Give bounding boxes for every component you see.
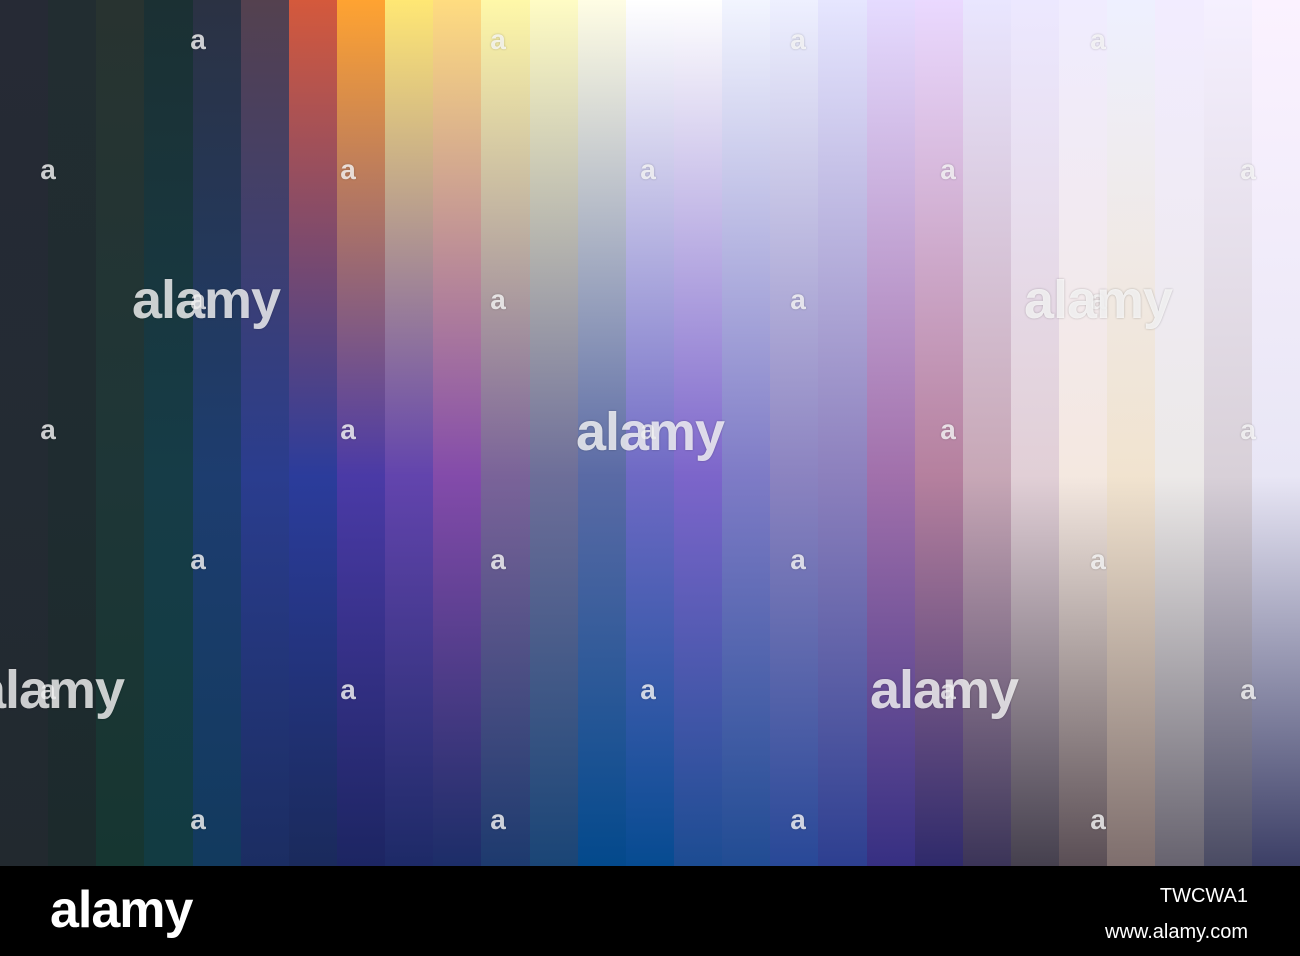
color-stripe: [1059, 0, 1108, 866]
color-stripe: [1251, 0, 1300, 866]
site-url: www.alamy.com: [1105, 921, 1248, 943]
color-stripe: [962, 0, 1011, 866]
color-stripe: [288, 0, 337, 866]
color-stripe: [577, 0, 626, 866]
color-stripe: [529, 0, 578, 866]
color-stripe: [96, 0, 145, 866]
color-stripe: [1107, 0, 1156, 866]
color-stripe: [192, 0, 241, 866]
color-stripe: [818, 0, 867, 866]
abstract-stripes-image: [0, 0, 1300, 866]
brand-logo: alamy: [50, 881, 193, 939]
color-stripe: [722, 0, 771, 866]
stock-photo-page: a a a a a a a a a a a a a a a a a a a a a a a a a a a a a a a alamy alam…: [0, 0, 1300, 956]
color-stripe: [240, 0, 289, 866]
color-stripe: [433, 0, 482, 866]
color-stripe: [1203, 0, 1252, 866]
color-stripe: [914, 0, 963, 866]
color-stripe: [481, 0, 530, 866]
color-stripe: [866, 0, 915, 866]
image-id: TWCWA1: [1159, 885, 1248, 907]
color-stripe: [0, 0, 49, 866]
color-stripe: [1155, 0, 1204, 866]
color-stripe: [770, 0, 819, 866]
color-stripe: [385, 0, 434, 866]
color-stripe: [625, 0, 674, 866]
color-stripe: [48, 0, 97, 866]
color-stripe: [673, 0, 723, 866]
color-stripe: [144, 0, 193, 866]
color-stripe: [336, 0, 386, 866]
footer-bar: alamy TWCWA1 www.alamy.com: [0, 866, 1300, 956]
color-stripe: [1010, 0, 1060, 866]
